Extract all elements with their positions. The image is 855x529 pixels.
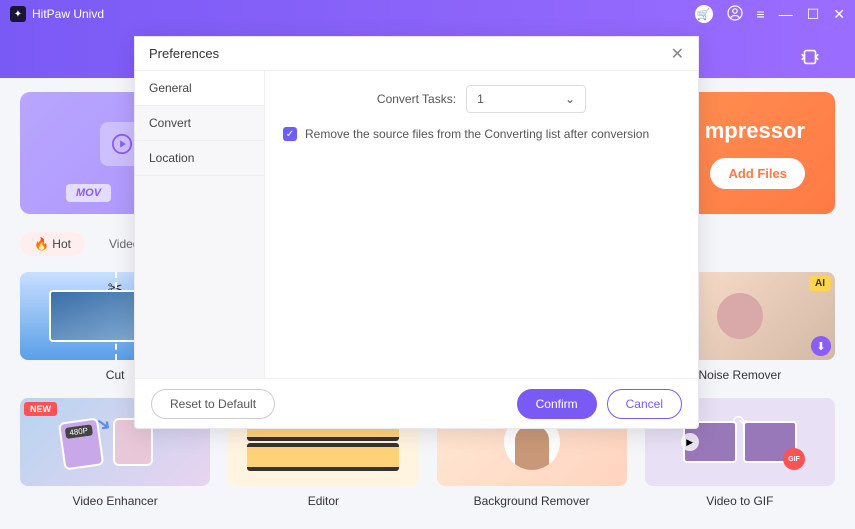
res-badge: 480P (65, 424, 93, 439)
flame-icon: 🔥 (34, 237, 49, 251)
new-badge: NEW (24, 402, 57, 416)
titlebar: ✦ HitPaw Univd 🛒 ≡ — ☐ ✕ (0, 0, 855, 28)
prefs-tab-general[interactable]: General (135, 71, 264, 106)
gif-label: Video to GIF (706, 494, 773, 508)
remove-source-label: Remove the source files from the Convert… (305, 127, 649, 141)
enhancer-label: Video Enhancer (73, 494, 158, 508)
gif-badge: GIF (783, 448, 805, 470)
close-window-icon[interactable]: ✕ (833, 6, 845, 23)
app-logo-icon: ✦ (10, 6, 26, 22)
convert-tasks-select[interactable]: 1 ⌄ (466, 85, 586, 113)
prefs-panel: Convert Tasks: 1 ⌄ ✓ Remove the source f… (265, 71, 698, 378)
film-strip-icon (247, 443, 399, 471)
person-headphones-icon (717, 293, 763, 339)
noise-label: Noise Remover (699, 368, 782, 382)
tab-compress[interactable] (765, 36, 855, 78)
bg-label: Background Remover (474, 494, 590, 508)
editor-label: Editor (308, 494, 339, 508)
reset-button[interactable]: Reset to Default (151, 389, 275, 419)
prefs-title: Preferences (149, 46, 219, 61)
compressor-title: mpressor (705, 118, 805, 144)
cart-icon[interactable]: 🛒 (695, 5, 713, 23)
arrow-icon: ↷ (732, 412, 747, 433)
convert-tasks-label: Convert Tasks: (377, 92, 456, 106)
preferences-modal: Preferences ✕ General Convert Location C… (134, 36, 699, 429)
add-files-button[interactable]: Add Files (710, 158, 805, 189)
face-before-icon: 480P (58, 417, 104, 470)
minimize-icon[interactable]: — (779, 6, 793, 22)
app-title: HitPaw Univd (32, 7, 695, 21)
close-icon[interactable]: ✕ (671, 44, 684, 64)
prefs-tab-convert[interactable]: Convert (135, 106, 264, 141)
person-icon (515, 426, 549, 470)
download-icon[interactable]: ⬇ (811, 336, 831, 356)
menu-icon[interactable]: ≡ (757, 6, 765, 22)
format-badge: MOV (66, 184, 111, 202)
ai-badge: AI (809, 276, 831, 291)
remove-source-checkbox[interactable]: ✓ Remove the source files from the Conve… (283, 127, 680, 141)
tag-hot[interactable]: 🔥 Hot (20, 232, 85, 256)
play-icon: ▶ (681, 433, 699, 451)
convert-tasks-value: 1 (477, 92, 484, 106)
cancel-button[interactable]: Cancel (607, 389, 682, 419)
maximize-icon[interactable]: ☐ (807, 6, 820, 23)
confirm-button[interactable]: Confirm (517, 389, 597, 419)
user-icon[interactable] (727, 5, 743, 24)
prefs-tab-location[interactable]: Location (135, 141, 264, 176)
cut-label: Cut (106, 368, 125, 382)
checkbox-checked-icon: ✓ (283, 127, 297, 141)
chevron-down-icon: ⌄ (565, 92, 575, 106)
prefs-sidebar: General Convert Location (135, 71, 265, 378)
